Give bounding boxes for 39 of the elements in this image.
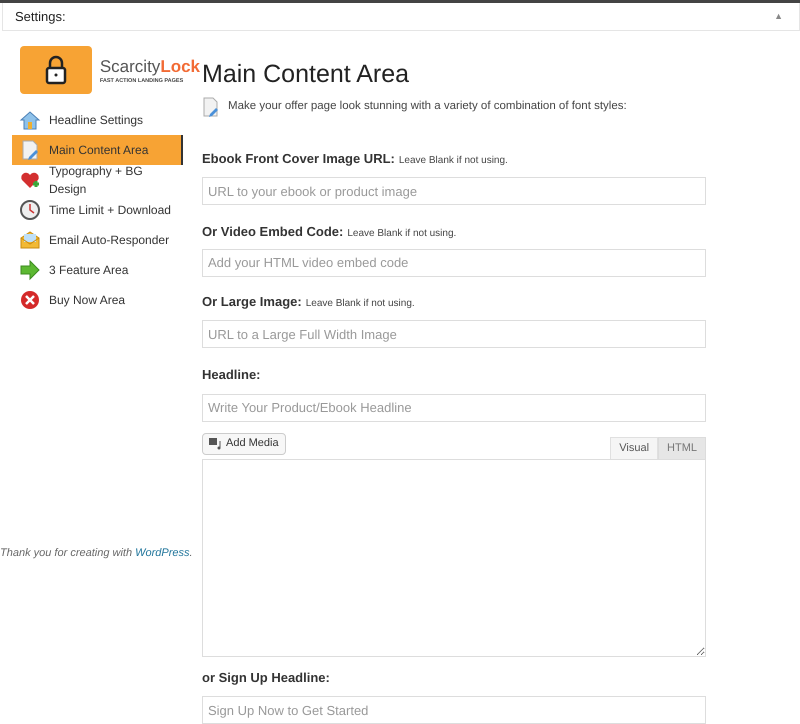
collapse-toggle[interactable]: ▲ (774, 10, 783, 24)
field-label: or Sign Up Headline: (202, 668, 330, 687)
footer-text: Thank you for creating with WordPress. (0, 546, 194, 562)
house-icon (19, 109, 41, 132)
panel-title: Settings: (15, 8, 66, 26)
input-field[interactable]: URL to a Large Full Width Image (202, 320, 706, 348)
sidebar-item[interactable]: 3 Feature Area (12, 255, 183, 286)
logo-wordmark: ScarcityLock (100, 56, 200, 77)
add-media-button[interactable]: Add Media (202, 432, 286, 454)
input-field[interactable]: URL to your ebook or product image (202, 177, 706, 205)
sidebar-item[interactable]: Time Limit + Download (12, 195, 183, 226)
document-pen-icon (202, 96, 220, 116)
sidebar-item[interactable]: Main Content Area (12, 135, 183, 166)
error-icon (19, 289, 41, 312)
media-icon (209, 438, 222, 450)
field-label: Or Large Image: (202, 292, 302, 311)
sidebar-item[interactable]: Email Auto-Responder (12, 225, 183, 256)
intro-text: Make your offer page look stunning with a variety of combination of font styles: (228, 98, 627, 114)
editor-tab[interactable]: Visual (610, 436, 658, 458)
padlock-icon (20, 46, 92, 94)
field-label: Headline: (202, 366, 261, 384)
sidebar-item[interactable]: Buy Now Area (12, 285, 183, 316)
input-field[interactable]: Sign Up Now to Get Started (202, 696, 706, 724)
clock-icon (19, 199, 41, 222)
editor-area[interactable] (202, 458, 706, 656)
editor-tab[interactable]: HTML (658, 436, 706, 458)
field-note: Leave Blank if not using. (398, 154, 508, 168)
field-label: Or Video Embed Code: (202, 223, 344, 241)
input-field[interactable]: Add your HTML video embed code (202, 248, 706, 276)
field-label: Ebook Front Cover Image URL: (202, 150, 395, 168)
arrow-right-icon (19, 259, 41, 282)
sidebar-item[interactable]: Headline Settings (12, 105, 183, 136)
field-note: Leave Blank if not using. (306, 296, 415, 310)
wordpress-link[interactable]: WordPress (135, 547, 190, 560)
page-title: Main Content Area (202, 59, 410, 90)
input-field[interactable]: Write Your Product/Ebook Headline (202, 394, 706, 422)
field-note: Leave Blank if not using. (347, 227, 456, 241)
sidebar-item[interactable]: Typography + BG Design (12, 165, 183, 196)
envelope-icon (19, 229, 41, 252)
